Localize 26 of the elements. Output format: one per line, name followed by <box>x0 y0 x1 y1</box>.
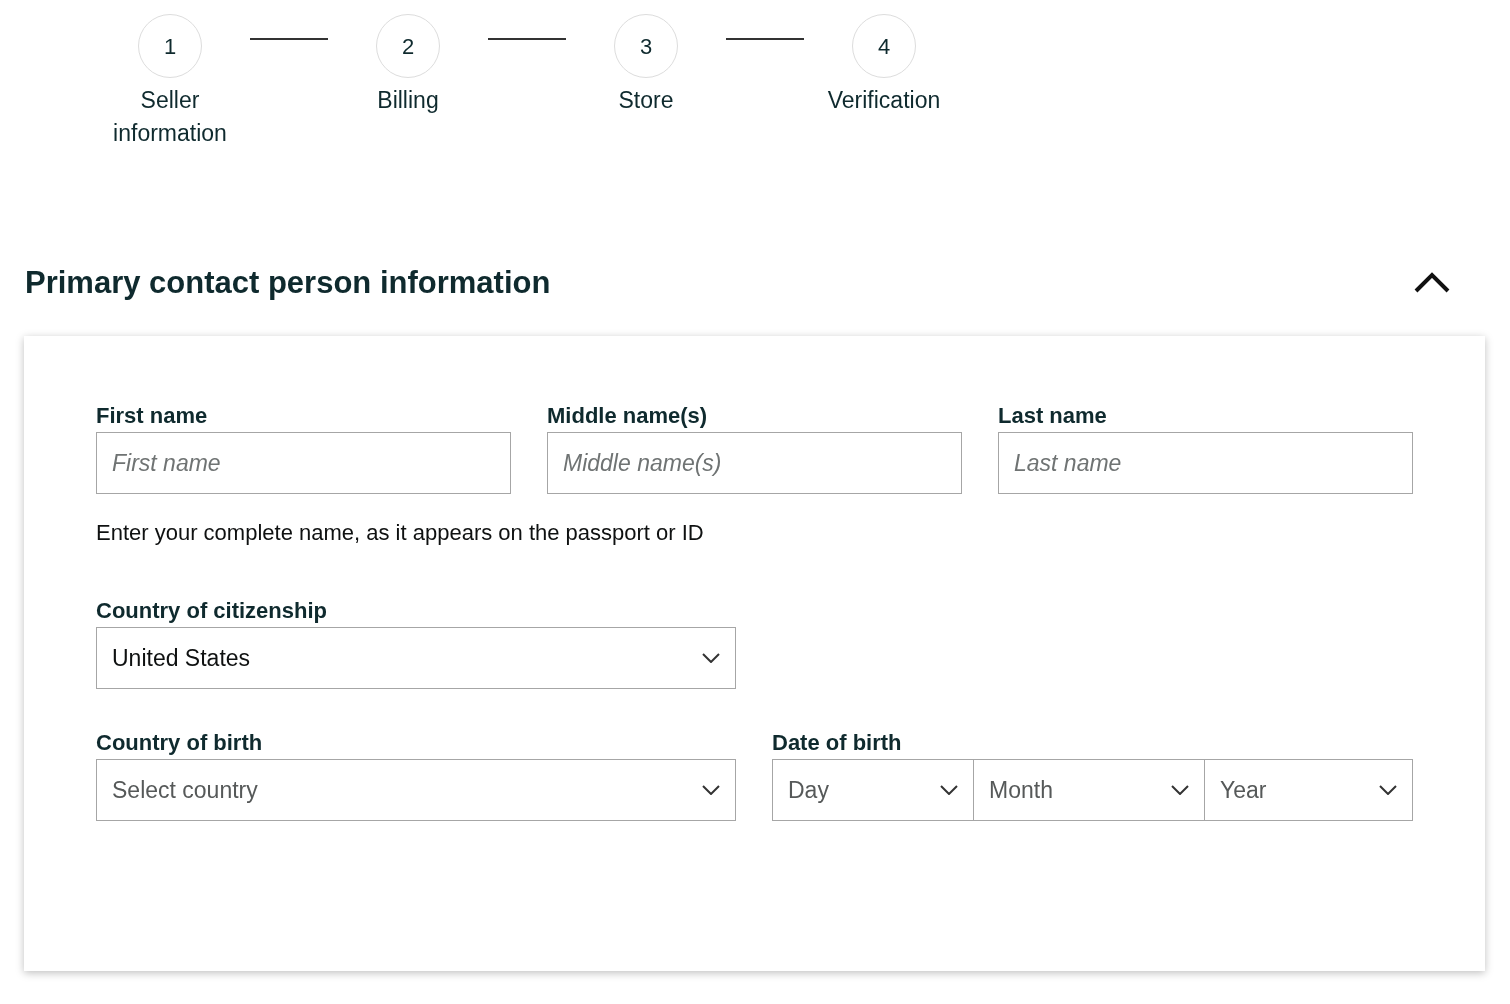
hint-text: Enter your complete name, as it appears on the passport or ID <box>96 519 705 547</box>
step-label: Seller information <box>112 86 228 148</box>
input-field[interactable]: First name <box>96 432 511 494</box>
input-field[interactable]: Middle name(s) <box>547 432 962 494</box>
field-label: Country of citizenship <box>96 597 328 625</box>
field-label: Country of birth <box>96 729 264 757</box>
chevron-down-icon <box>702 653 720 663</box>
field-label: Last name <box>998 402 1108 430</box>
country-select[interactable]: Select country <box>96 759 736 821</box>
field-label: First name <box>96 402 209 430</box>
field-label: Middle name(s) <box>547 402 709 430</box>
section-title: Primary contact person information <box>25 263 551 302</box>
country-select[interactable]: United States <box>96 627 736 689</box>
date-select[interactable]: Year <box>1205 759 1413 821</box>
step-label: Store <box>618 86 674 115</box>
input-field[interactable]: Last name <box>998 432 1413 494</box>
field-label: Date of birth <box>772 729 903 757</box>
chevron-down-icon <box>940 785 958 795</box>
step-label: Verification <box>827 86 941 115</box>
chevron-down-icon <box>702 785 720 795</box>
date-select[interactable]: Month <box>974 759 1205 821</box>
chevron-down-icon <box>1171 785 1189 795</box>
date-select[interactable]: Day <box>772 759 974 821</box>
chevron-up-icon <box>1413 272 1451 294</box>
step-label: Billing <box>377 86 439 115</box>
chevron-down-icon <box>1379 785 1397 795</box>
